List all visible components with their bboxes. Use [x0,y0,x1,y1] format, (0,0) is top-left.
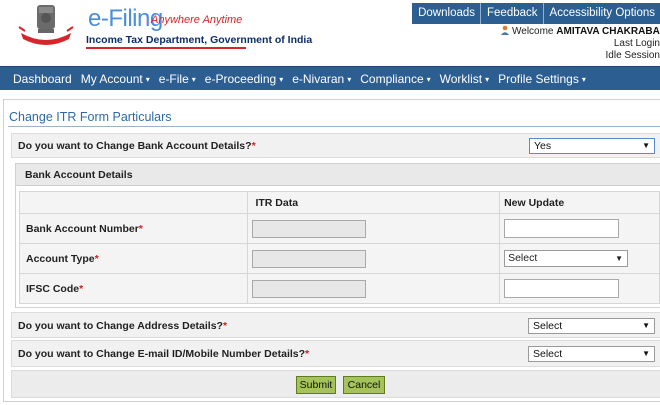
table-header-row: ITR Data New Update [18,191,660,214]
feedback-link[interactable]: Feedback [480,3,543,24]
downloads-link[interactable]: Downloads [412,3,480,24]
new-bank-account-number-input[interactable] [504,219,620,238]
nav-my-account[interactable]: My Account ▾ [81,72,150,86]
address-change-row: Do you want to Change Address Details?* … [11,312,660,338]
title-divider [8,126,660,127]
idle-session-text: Idle Session [605,50,660,61]
nav-worklist[interactable]: Worklist ▾ [440,72,489,86]
form-actions: Submit Cancel [11,370,660,398]
new-account-type-select[interactable]: Select ▼ [504,250,629,267]
page-title: Change ITR Form Particulars [9,110,172,124]
chevron-down-icon: ▼ [642,321,650,330]
main-panel: Change ITR Form Particulars Do you want … [3,99,660,402]
page-header: e-Filing Anywhere Anytime Income Tax Dep… [0,0,660,63]
chevron-down-icon: ▼ [642,141,650,150]
chevron-down-icon: ▾ [581,74,586,84]
bank-account-section: Bank Account Details ITR Data New Update… [15,163,660,308]
accessibility-options-link[interactable]: Accessibility Options [542,3,660,24]
bank-section-header: Bank Account Details [16,164,660,186]
bank-section-title: Bank Account Details [25,169,133,181]
itr-data-header: ITR Data [247,191,501,214]
account-type-label: Account Type [26,252,95,265]
address-change-question: Do you want to Change Address Details? [18,320,223,332]
chevron-down-icon: ▼ [642,349,650,358]
emblem-logo-icon [18,5,74,45]
efiling-tagline: Anywhere Anytime [151,14,243,26]
itr-ifsc-code-field [252,279,367,298]
email-change-row: Do you want to Change E-mail ID/Mobile N… [11,340,660,367]
cancel-button[interactable]: Cancel [343,376,385,394]
table-row: IFSC Code* [18,273,660,304]
last-login-text: Last Login [613,38,660,49]
nav-profile-settings[interactable]: Profile Settings ▾ [498,72,586,86]
chevron-down-icon: ▾ [145,74,150,84]
top-links-bar: Downloads Feedback Accessibility Options [412,3,660,24]
nav-e-nivaran[interactable]: e-Nivaran ▾ [292,72,351,86]
bank-account-number-label: Bank Account Number [26,222,139,235]
chevron-down-icon: ▾ [485,74,490,84]
bank-change-row: Do you want to Change Bank Account Detai… [11,133,660,158]
address-change-select[interactable]: Select ▼ [528,318,655,334]
chevron-down-icon: ▾ [279,74,284,84]
new-ifsc-code-input[interactable] [504,279,620,298]
chevron-down-icon: ▾ [347,74,352,84]
department-name: Income Tax Department, Government of Ind… [86,34,313,46]
bank-change-select[interactable]: Yes ▼ [529,138,655,154]
itr-account-type-field [252,249,367,268]
submit-button[interactable]: Submit [296,376,336,394]
welcome-panel: Welcome AMITAVA CHAKRABARTY Last Login I… [500,25,660,62]
nav-e-file[interactable]: e-File ▾ [159,72,196,86]
welcome-text: Welcome [512,26,557,37]
bank-change-question: Do you want to Change Bank Account Detai… [18,140,252,152]
nav-dashboard[interactable]: Dashboard [13,72,72,86]
chevron-down-icon: ▼ [615,254,624,263]
itr-bank-account-number-field [252,219,367,238]
chevron-down-icon: ▾ [191,74,196,84]
required-mark: * [251,140,256,152]
main-nav: Dashboard My Account ▾ e-File ▾ e-Proceedi… [0,66,660,90]
email-change-question: Do you want to Change E-mail ID/Mobile N… [18,348,306,360]
user-name: AMITAVA CHAKRABARTY [556,26,660,37]
table-row: Account Type* Select ▼ [18,243,660,274]
chevron-down-icon: ▾ [426,74,431,84]
ifsc-code-label: IFSC Code [26,282,80,295]
email-change-select[interactable]: Select ▼ [528,346,655,362]
nav-e-proceeding[interactable]: e-Proceeding ▾ [205,72,283,86]
new-update-header: New Update [499,191,660,214]
user-icon [501,25,509,35]
table-row: Bank Account Number* [18,213,660,244]
nav-compliance[interactable]: Compliance ▾ [360,72,430,86]
bank-details-table: ITR Data New Update Bank Account Number*… [18,191,660,304]
logo-divider [86,47,246,49]
